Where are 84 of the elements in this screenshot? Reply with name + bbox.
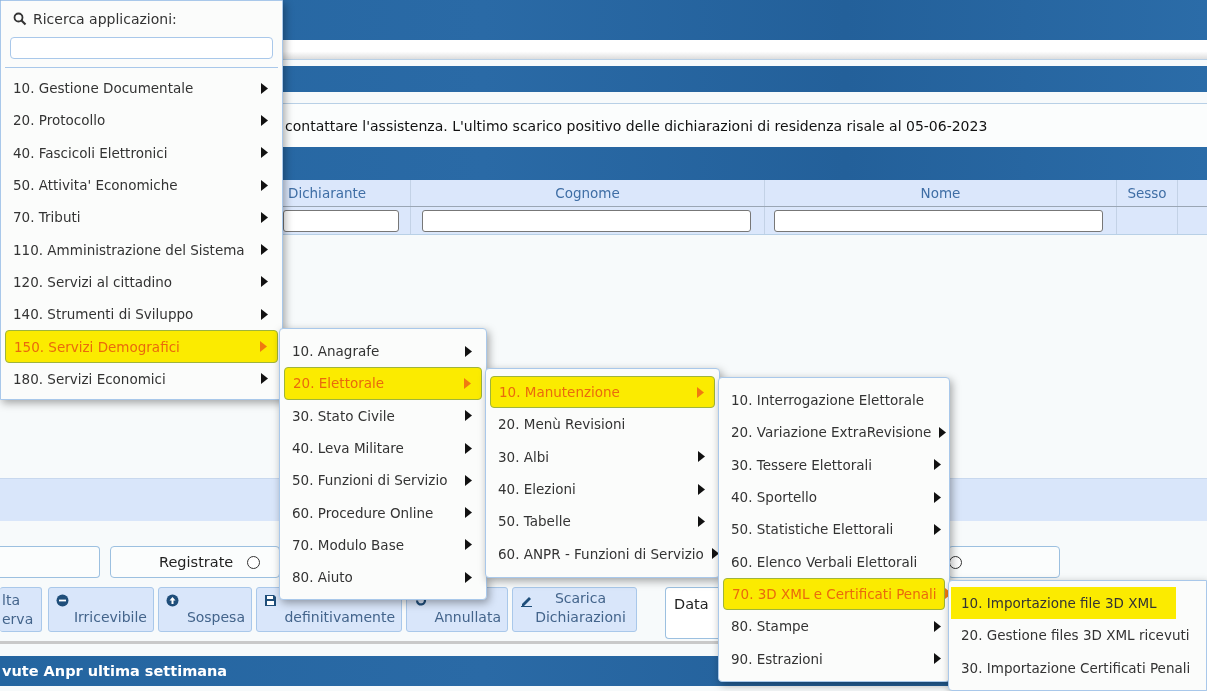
submenu-arrow-icon: [261, 211, 268, 223]
filter-field[interactable]: [283, 209, 399, 232]
message-text: contattare l'assistenza. L'ultimo scarico positivo delle dichiarazioni di residenza risale al 05-06-2023: [285, 117, 988, 134]
submenu-arrow-icon: [465, 345, 472, 357]
action-button[interactable]: Scarica Dichiarazioni: [512, 587, 637, 632]
menu-item[interactable]: 10. Importazione file 3D XML: [951, 587, 1176, 620]
menu-item[interactable]: 50. Tabelle: [486, 505, 719, 538]
submenu-arrow-icon: [261, 82, 268, 94]
menu-item[interactable]: 30. Albi: [486, 440, 719, 473]
filter-field[interactable]: [422, 209, 751, 232]
submenu-arrow-icon: [465, 539, 472, 551]
submenu-arrow-icon: [934, 620, 941, 632]
submenu-arrow-icon: [465, 571, 472, 583]
menu-item[interactable]: 10. Gestione Documentale: [1, 72, 282, 105]
action-button[interactable]: Irricevibile: [48, 587, 154, 632]
menu-item[interactable]: 60. ANPR - Funzioni di Servizio: [486, 537, 719, 570]
submenu-arrow-icon: [711, 548, 719, 560]
menu-item[interactable]: 50. Funzioni di Servizio: [280, 464, 486, 497]
submenu-arrow-icon: [698, 515, 705, 527]
submenu-arrow-icon: [261, 179, 268, 191]
menu-item[interactable]: 10. Interrogazione Elettorale: [719, 384, 949, 417]
submenu-arrow-icon: [261, 114, 268, 126]
submenu-arrow-icon: [465, 474, 472, 486]
submenu-arrow-icon: [260, 341, 267, 352]
menu-item[interactable]: 40. Leva Militare: [280, 431, 486, 465]
date-label: Data: [674, 596, 709, 612]
menu-item[interactable]: 50. Statistiche Elettorali: [719, 513, 949, 546]
menu-item[interactable]: 10. Anagrafe: [280, 335, 486, 368]
column-header[interactable]: Nome: [765, 180, 1117, 206]
search-label: Ricerca applicazioni:: [33, 11, 177, 27]
arrow-up-circle-icon: [166, 594, 179, 607]
menu-item[interactable]: 140. Strumenti di Sviluppo: [1, 298, 282, 331]
submenu-arrow-icon: [698, 451, 705, 463]
save-icon: [264, 594, 277, 607]
submenu-arrow-icon: [697, 386, 704, 398]
submenu-arrow-icon: [465, 507, 472, 519]
menu-item[interactable]: 70. Modulo Base: [280, 528, 486, 562]
menu-item[interactable]: 30. Importazione Certificati Penali: [949, 651, 1206, 684]
section-title: vute Anpr ultima settimana: [1, 663, 228, 679]
submenu-arrow-icon: [934, 653, 941, 664]
menu-item[interactable]: 90. Estrazioni: [719, 642, 949, 675]
submenu-arrow-icon: [261, 308, 268, 320]
search-field[interactable]: [10, 37, 273, 59]
submenu-arrow-icon: [261, 373, 268, 385]
menu-item[interactable]: 120. Servizi al cittadino: [1, 265, 282, 299]
menu-item[interactable]: 20. Menù Revisioni: [486, 408, 719, 441]
submenu-arrow-icon: [934, 459, 941, 471]
menu-item[interactable]: 40. Fascicoli Elettronici: [1, 136, 282, 169]
action-button[interactable]: lta erva: [0, 587, 42, 632]
submenu-arrow-icon: [465, 410, 472, 422]
submenu-arrow-icon: [261, 244, 268, 256]
option-field[interactable]: [0, 546, 100, 578]
menu-item[interactable]: 20. Variazione ExtraRevisione: [719, 416, 949, 449]
column-header[interactable]: Sesso: [1117, 180, 1178, 206]
submenu-arrow-icon: [934, 491, 941, 503]
submenu-arrow-icon: [934, 523, 941, 535]
column-header[interactable]: Cognome: [411, 180, 765, 206]
submenu-arrow-icon: [698, 483, 705, 495]
option-field[interactable]: [948, 546, 1060, 578]
option-label: Registrate: [159, 554, 234, 570]
submenu-arrow-icon: [465, 442, 472, 454]
menu-item[interactable]: 60. Procedure Online: [280, 496, 486, 529]
menu-item[interactable]: 110. Amministrazione del Sistema: [1, 233, 282, 266]
submenu-arrow-icon: [464, 377, 471, 389]
menu-item[interactable]: 20. Gestione files 3D XML ricevuti: [949, 619, 1206, 652]
menu-item[interactable]: 30. Tessere Elettorali: [719, 448, 949, 481]
menu-item[interactable]: 40. Elezioni: [486, 472, 719, 506]
menu-item[interactable]: 60. Elenco Verbali Elettorali: [719, 545, 949, 578]
radio-button[interactable]: [247, 555, 261, 569]
submenu-arrow-icon: [261, 276, 268, 288]
menu-item[interactable]: 70. Tributi: [1, 201, 282, 234]
search-icon: [13, 12, 27, 26]
action-button[interactable]: Sospesa: [158, 587, 252, 632]
pen-icon: [520, 594, 533, 607]
menu-item[interactable]: 50. Attivita' Economiche: [1, 168, 282, 202]
submenu-arrow-icon: [939, 426, 947, 438]
option-field[interactable]: Registrate: [110, 546, 280, 578]
menu-item[interactable]: 40. Sportello: [719, 480, 949, 514]
menu-item[interactable]: 20. Protocollo: [1, 104, 282, 137]
filter-field[interactable]: [774, 209, 1103, 232]
menu-item[interactable]: 180. Servizi Economici: [1, 362, 282, 395]
menu-item[interactable]: 30. Stato Civile: [280, 399, 486, 432]
minus-circle-icon: [56, 594, 69, 607]
submenu-arrow-icon: [261, 147, 268, 159]
